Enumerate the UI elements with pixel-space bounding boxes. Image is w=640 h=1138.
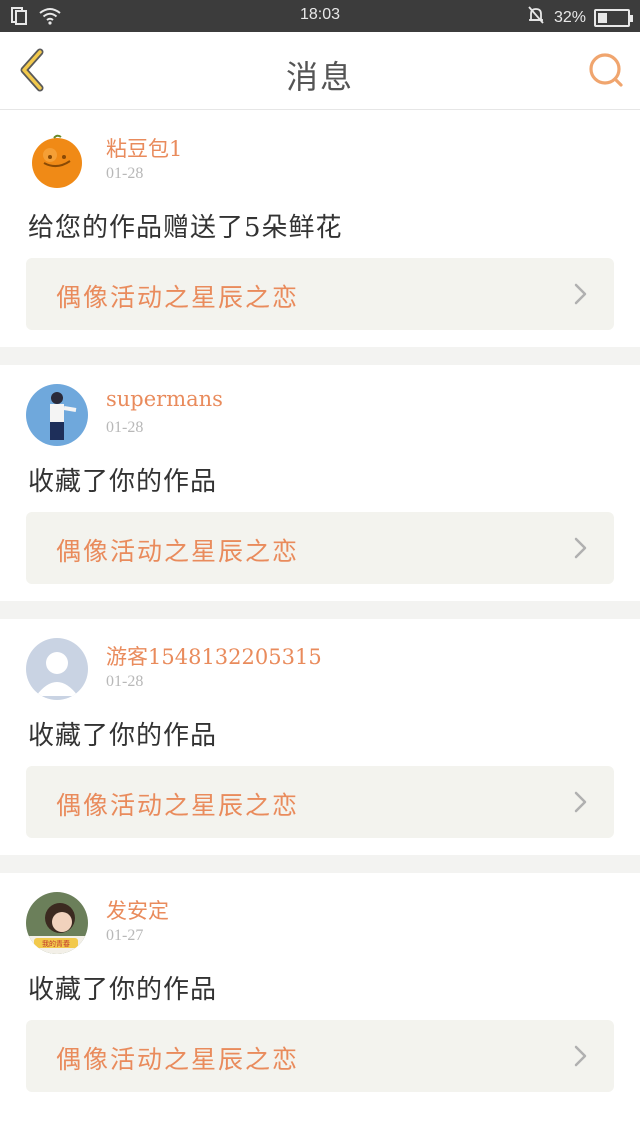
work-title: 偶像活动之星辰之恋 xyxy=(56,537,300,566)
username[interactable]: 粘豆包1 xyxy=(106,133,182,163)
chevron-right-icon xyxy=(574,283,587,305)
username[interactable]: 游客1548132205315 xyxy=(106,641,322,671)
message-card: 我的青春 发安定 01-27 收藏了你的作品 偶像活动之星辰之恋 xyxy=(0,873,640,1109)
mute-bell-icon xyxy=(526,5,546,30)
username[interactable]: supermans xyxy=(106,387,223,411)
separator xyxy=(0,855,640,873)
message-text: 收藏了你的作品 xyxy=(28,721,218,751)
message-date: 01-28 xyxy=(106,419,144,436)
username[interactable]: 发安定 xyxy=(106,895,169,925)
page-title: 消息 xyxy=(285,58,354,96)
user-avatar[interactable] xyxy=(26,130,88,192)
separator xyxy=(0,347,640,365)
work-title: 偶像活动之星辰之恋 xyxy=(56,1045,300,1074)
work-link[interactable]: 偶像活动之星辰之恋 xyxy=(26,258,614,330)
message-date: 01-28 xyxy=(106,673,144,690)
work-title: 偶像活动之星辰之恋 xyxy=(56,283,300,312)
message-list: 粘豆包1 01-28 给您的作品赠送了5朵鲜花 偶像活动之星辰之恋 superm… xyxy=(0,111,640,1109)
user-avatar[interactable]: 我的青春 xyxy=(26,892,88,954)
search-icon xyxy=(589,53,623,87)
battery-icon xyxy=(594,8,633,27)
work-link[interactable]: 偶像活动之星辰之恋 xyxy=(26,766,614,838)
search-button[interactable] xyxy=(586,50,626,90)
work-title: 偶像活动之星辰之恋 xyxy=(56,791,300,820)
message-card: 粘豆包1 01-28 给您的作品赠送了5朵鲜花 偶像活动之星辰之恋 xyxy=(0,111,640,347)
message-date: 01-27 xyxy=(106,927,144,944)
user-avatar[interactable] xyxy=(26,638,88,700)
work-link[interactable]: 偶像活动之星辰之恋 xyxy=(26,1020,614,1092)
message-date: 01-28 xyxy=(106,165,144,182)
battery-fill xyxy=(598,12,607,23)
chevron-right-icon xyxy=(574,537,587,559)
battery-percent: 32% xyxy=(553,8,586,26)
message-card: supermans 01-28 收藏了你的作品 偶像活动之星辰之恋 xyxy=(0,365,640,601)
separator xyxy=(0,601,640,619)
message-text: 收藏了你的作品 xyxy=(28,975,218,1005)
user-avatar[interactable] xyxy=(26,384,88,446)
message-card: 游客1548132205315 01-28 收藏了你的作品 偶像活动之星辰之恋 xyxy=(0,619,640,855)
message-text: 给您的作品赠送了5朵鲜花 xyxy=(28,213,343,243)
work-link[interactable]: 偶像活动之星辰之恋 xyxy=(26,512,614,584)
chevron-right-icon xyxy=(574,791,587,813)
chevron-right-icon xyxy=(574,1045,587,1067)
nav-bar: 消息 xyxy=(0,32,640,110)
message-text: 收藏了你的作品 xyxy=(28,467,218,497)
status-bar: 18:03 32% xyxy=(0,0,640,32)
avatar-caption: 我的青春 xyxy=(42,939,70,948)
